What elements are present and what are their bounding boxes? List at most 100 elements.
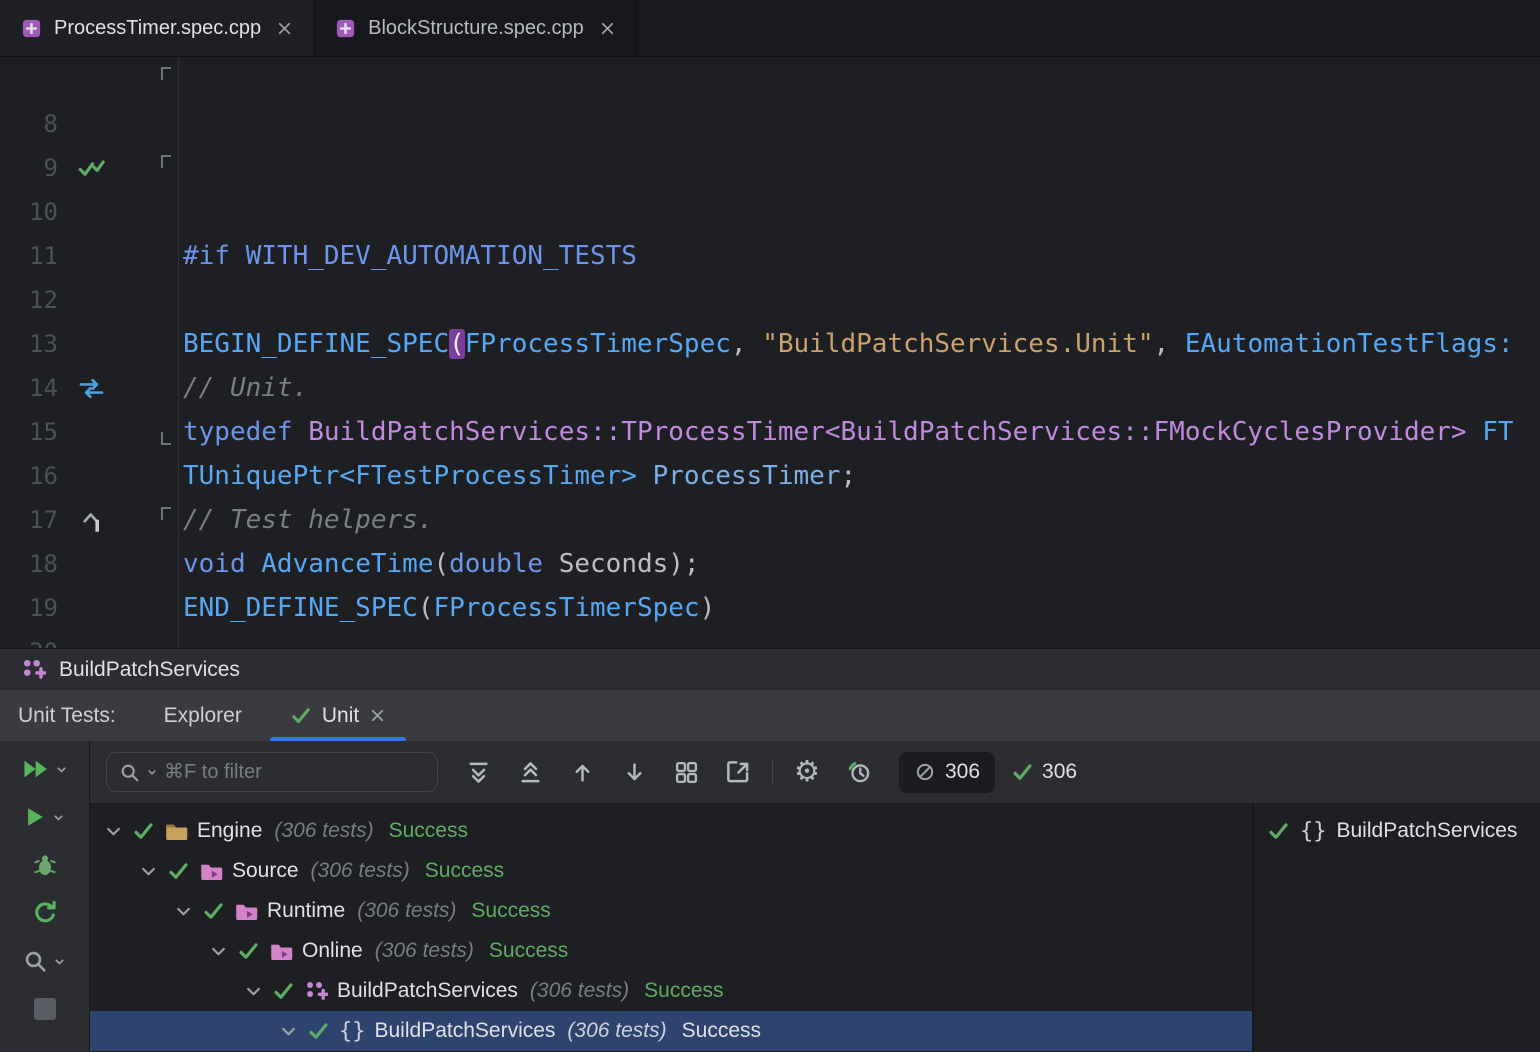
previous-failed-button[interactable] [556, 752, 608, 792]
check-icon [272, 980, 295, 1003]
code-line[interactable]: 19 { [0, 542, 1540, 586]
fold-marker-slot[interactable] [159, 234, 175, 278]
next-failed-button[interactable] [608, 752, 660, 792]
gutter-icon-slot[interactable] [70, 278, 112, 322]
override-gutter-icon[interactable] [70, 498, 112, 542]
test-tree-row[interactable]: Source (306 tests) Success [90, 851, 1252, 891]
chevron-down-icon[interactable] [104, 822, 123, 841]
expand-all-button[interactable] [452, 752, 504, 792]
search-tests-button[interactable] [0, 945, 89, 977]
fold-marker-slot[interactable] [159, 630, 175, 648]
total-tests-badge[interactable]: 306 [899, 752, 995, 793]
engine-icon [164, 820, 188, 842]
tree-item-name: BuildPatchServices [337, 979, 518, 1003]
filter-box[interactable] [106, 752, 438, 792]
close-icon[interactable] [599, 20, 616, 37]
code-editor[interactable]: 8 #if WITH_DEV_AUTOMATION_TESTS 9 10 BEG… [0, 58, 1540, 648]
settings-button[interactable]: ⚙ [781, 752, 833, 792]
collapse-all-button[interactable] [504, 752, 556, 792]
fold-marker-slot[interactable] [159, 278, 175, 322]
export-results-button[interactable] [712, 752, 764, 792]
debug-button[interactable] [0, 849, 89, 881]
fold-marker-slot[interactable] [159, 410, 175, 454]
code-line[interactable]: 12 typedef BuildPatchServices::TProcessT… [0, 234, 1540, 278]
chevron-down-icon [53, 955, 66, 968]
chevron-down-icon[interactable] [279, 1022, 298, 1041]
folder-icon [269, 940, 293, 962]
code-line[interactable]: 11 // Unit. [0, 190, 1540, 234]
tab-unit[interactable]: Unit [270, 690, 406, 741]
test-tree-row[interactable]: Runtime (306 tests) Success [90, 891, 1252, 931]
gutter-icon-slot[interactable] [70, 190, 112, 234]
chevron-down-icon[interactable] [139, 862, 158, 881]
braces-icon: {} [1300, 819, 1327, 844]
gutter-icon-slot[interactable] [70, 542, 112, 586]
fold-marker-slot[interactable] [159, 498, 175, 542]
group-by-button[interactable] [660, 752, 712, 792]
code-line[interactable]: 21 [0, 630, 1540, 648]
tab-label: BlockStructure.spec.cpp [368, 17, 584, 40]
chevron-down-icon[interactable] [174, 902, 193, 921]
expand-all-icon [466, 760, 491, 785]
gutter-icon-slot[interactable] [70, 58, 112, 102]
tree-item-status: Success [644, 979, 723, 1003]
chevron-down-icon[interactable] [209, 942, 228, 961]
run-all-button[interactable] [0, 753, 89, 785]
check-icon [307, 1020, 330, 1043]
recursive-gutter-icon[interactable] [70, 366, 112, 410]
code-line[interactable]: 16 END_DEFINE_SPEC(FProcessTimerSpec) [0, 410, 1540, 454]
gutter-icon-slot[interactable] [70, 410, 112, 454]
code-line[interactable]: 18 void FProcessTimerSpec::Define() [0, 498, 1540, 542]
tree-item-test-count: (306 tests) [311, 859, 410, 883]
gutter-icon-slot[interactable] [70, 586, 112, 630]
gutter-icon-slot[interactable] [70, 454, 112, 498]
tree-item-status: Success [425, 859, 504, 883]
code-line[interactable]: 10 BEGIN_DEFINE_SPEC(FProcessTimerSpec, … [0, 146, 1540, 190]
toolbar-divider [772, 759, 773, 785]
check-icon [290, 705, 312, 727]
stop-button[interactable] [0, 993, 89, 1025]
run-button[interactable] [0, 801, 89, 833]
filter-input[interactable] [164, 761, 425, 784]
code-line[interactable]: 17 [0, 454, 1540, 498]
tab-explorer[interactable]: Explorer [164, 704, 242, 728]
tool-window-header: BuildPatchServices [0, 648, 1540, 690]
fold-marker-slot[interactable] [159, 190, 175, 234]
close-icon[interactable] [369, 707, 386, 724]
detail-row[interactable]: {} BuildPatchServices [1254, 811, 1540, 851]
test-history-button[interactable] [833, 752, 885, 792]
fold-marker-slot[interactable] [159, 542, 175, 586]
rerun-button[interactable] [0, 897, 89, 929]
gutter-icon-slot[interactable] [70, 102, 112, 146]
fold-marker-slot[interactable] [159, 454, 175, 498]
fold-marker-slot[interactable] [159, 102, 175, 146]
test-tree-row[interactable]: Engine (306 tests) Success [90, 811, 1252, 851]
tree-item-status: Success [471, 899, 550, 923]
fold-marker-slot[interactable] [159, 146, 175, 190]
code-line[interactable]: 20 using namespace BuildPatchServices; [0, 586, 1540, 630]
gutter-icon-slot[interactable] [70, 630, 112, 648]
code-line[interactable]: 8 #if WITH_DEV_AUTOMATION_TESTS [0, 58, 1540, 102]
fold-marker-slot[interactable] [159, 586, 175, 630]
fold-marker-slot[interactable] [159, 58, 175, 102]
chevron-down-icon[interactable] [244, 982, 263, 1001]
test-tree-row[interactable]: Online (306 tests) Success [90, 931, 1252, 971]
check-icon [202, 900, 225, 923]
gutter-icon-slot[interactable] [70, 322, 112, 366]
close-icon[interactable] [276, 20, 293, 37]
test-tree-row[interactable]: {} BuildPatchServices (306 tests) Succes… [90, 1011, 1252, 1051]
editor-tab[interactable]: BlockStructure.spec.cpp [314, 0, 637, 56]
gutter-icon-slot[interactable] [70, 234, 112, 278]
test-passed-gutter-icon[interactable] [70, 146, 112, 190]
code-line[interactable]: 15 void AdvanceTime(double Seconds); [0, 366, 1540, 410]
tree-item-name: Online [302, 939, 363, 963]
arrow-up-icon [571, 760, 594, 785]
fold-marker-slot[interactable] [159, 366, 175, 410]
code-line[interactable]: 9 [0, 102, 1540, 146]
passed-tests-badge[interactable]: 306 [1011, 760, 1077, 784]
code-line[interactable]: 14 // Test helpers. [0, 322, 1540, 366]
code-line[interactable]: 13 TUniquePtr<FTestProcessTimer> Process… [0, 278, 1540, 322]
editor-tab[interactable]: ProcessTimer.spec.cpp [0, 0, 314, 56]
test-tree-row[interactable]: BuildPatchServices (306 tests) Success [90, 971, 1252, 1011]
fold-marker-slot[interactable] [159, 322, 175, 366]
